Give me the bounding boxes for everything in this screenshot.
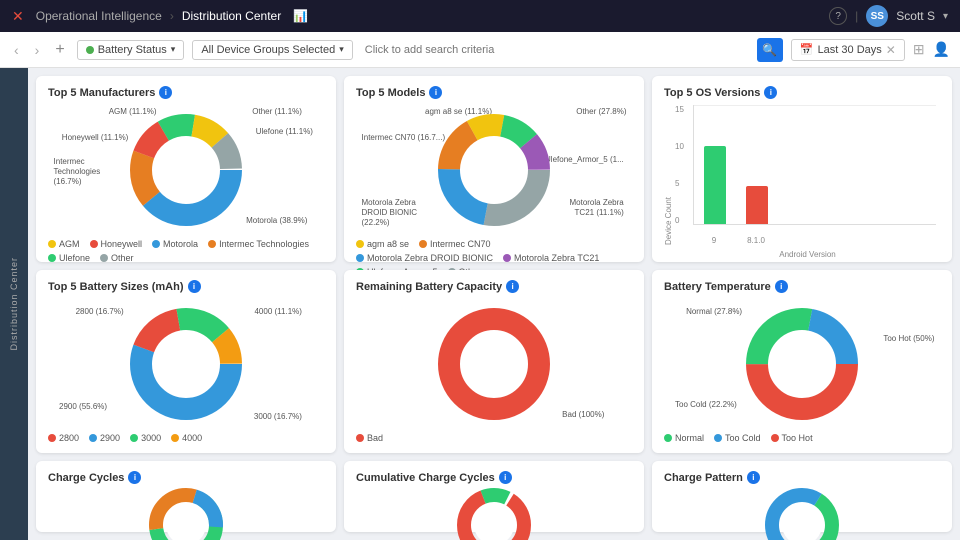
card-models: Top 5 Models i agm a8 se (11.1%) Other (…	[344, 76, 644, 262]
card-title-battery-capacity: Remaining Battery Capacity i	[356, 280, 632, 293]
card-title-manufacturers: Top 5 Manufacturers i	[48, 86, 324, 99]
user-name: Scott S	[896, 9, 935, 23]
settings-icon[interactable]: 👤	[933, 41, 950, 58]
battery-status-label: Battery Status	[98, 44, 167, 56]
page-name: Distribution Center	[182, 9, 281, 23]
battery-status-chevron: ▾	[171, 44, 176, 55]
sidebar-label: Distribution Center	[9, 257, 19, 351]
battery-capacity-chart: Bad (100%)	[356, 299, 632, 429]
device-group-chevron: ▾	[339, 44, 344, 55]
card-title-osversions: Top 5 OS Versions i	[664, 86, 940, 99]
card-title-battery-sizes: Top 5 Battery Sizes (mAh) i	[48, 280, 324, 293]
cumulative-charge-chart	[356, 490, 632, 540]
sidebar: Distribution Center	[0, 68, 28, 540]
card-title-battery-temp: Battery Temperature i	[664, 280, 940, 293]
info-icon-cumulative-charge[interactable]: i	[499, 471, 512, 484]
info-icon-battery-capacity[interactable]: i	[506, 280, 519, 293]
card-manufacturers: Top 5 Manufacturers i AGM (11.1%) Other …	[36, 76, 336, 262]
app-name: Operational Intelligence	[36, 9, 162, 23]
card-cumulative-charge: Cumulative Charge Cycles i	[344, 461, 644, 532]
search-icon: 🔍	[762, 43, 777, 57]
models-chart: agm a8 se (11.1%) Other (27.8%) Intermec…	[356, 105, 632, 235]
card-charge-cycles: Charge Cycles i	[36, 461, 336, 532]
info-icon-battery-temp[interactable]: i	[775, 280, 788, 293]
filter-bar: ‹ › + Battery Status ▾ All Device Groups…	[0, 32, 960, 68]
card-title-models: Top 5 Models i	[356, 86, 632, 99]
card-battery-capacity: Remaining Battery Capacity i Bad (100%) …	[344, 270, 644, 453]
card-title-charge-cycles: Charge Cycles i	[48, 471, 324, 484]
battery-capacity-legend: Bad	[356, 433, 632, 443]
info-icon-manufacturers[interactable]: i	[159, 86, 172, 99]
help-button[interactable]: ?	[829, 7, 847, 25]
charge-cycles-chart	[48, 490, 324, 540]
battery-temp-chart: Normal (27.8%) Too Hot (50%) Too Cold (2…	[664, 299, 940, 429]
battery-temp-legend: Normal Too Cold Too Hot	[664, 433, 940, 443]
chart-icon: 📊	[293, 9, 308, 23]
close-icon[interactable]: ✕	[12, 8, 24, 25]
osversions-chart: Device Count 15 10 5 0	[664, 105, 940, 245]
card-battery-temp: Battery Temperature i Normal (27.8%) Too…	[652, 270, 952, 453]
manufacturers-legend: AGM Honeywell Motorola Intermec Technolo…	[48, 239, 324, 263]
bar-810	[746, 186, 768, 224]
columns-icon[interactable]: ⊞	[913, 41, 925, 58]
info-icon-osversions[interactable]: i	[764, 86, 777, 99]
device-group-filter[interactable]: All Device Groups Selected ▾	[192, 40, 352, 60]
back-arrow[interactable]: ‹	[10, 40, 23, 60]
info-icon-charge-cycles[interactable]: i	[128, 471, 141, 484]
main-layout: Distribution Center Top 5 Manufacturers …	[0, 68, 960, 540]
bar-9	[704, 146, 726, 224]
forward-arrow[interactable]: ›	[31, 40, 44, 60]
status-dot	[86, 46, 94, 54]
calendar-icon: 📅	[800, 43, 814, 56]
date-clear-icon[interactable]: ✕	[886, 43, 896, 57]
card-title-cumulative-charge: Cumulative Charge Cycles i	[356, 471, 632, 484]
search-button[interactable]: 🔍	[757, 38, 783, 62]
card-battery-sizes: Top 5 Battery Sizes (mAh) i 2800 (16.7%)…	[36, 270, 336, 453]
date-filter[interactable]: 📅 Last 30 Days ✕	[791, 39, 905, 61]
card-title-charge-pattern: Charge Pattern i	[664, 471, 940, 484]
card-osversions: Top 5 OS Versions i Device Count 15 10 5…	[652, 76, 952, 262]
info-icon-models[interactable]: i	[429, 86, 442, 99]
search-input[interactable]	[361, 44, 749, 56]
nav-separator: ›	[170, 9, 174, 23]
content-grid: Top 5 Manufacturers i AGM (11.1%) Other …	[28, 68, 960, 540]
info-icon-charge-pattern[interactable]: i	[747, 471, 760, 484]
avatar: SS	[866, 5, 888, 27]
device-group-label: All Device Groups Selected	[201, 44, 335, 56]
add-button[interactable]: +	[51, 39, 68, 61]
info-icon-battery-sizes[interactable]: i	[188, 280, 201, 293]
manufacturers-chart: AGM (11.1%) Other (11.1%) Honeywell (11.…	[48, 105, 324, 235]
charge-pattern-chart	[664, 490, 940, 540]
battery-status-filter[interactable]: Battery Status ▾	[77, 40, 185, 60]
user-menu-chevron[interactable]: ▾	[943, 11, 948, 22]
battery-sizes-chart: 2800 (16.7%) 4000 (11.1%) 3000 (16.7%) 2…	[48, 299, 324, 429]
battery-sizes-legend: 2800 2900 3000 4000	[48, 433, 324, 443]
card-charge-pattern: Charge Pattern i	[652, 461, 952, 532]
date-label: Last 30 Days	[818, 44, 882, 56]
top-nav: ✕ Operational Intelligence › Distributio…	[0, 0, 960, 32]
